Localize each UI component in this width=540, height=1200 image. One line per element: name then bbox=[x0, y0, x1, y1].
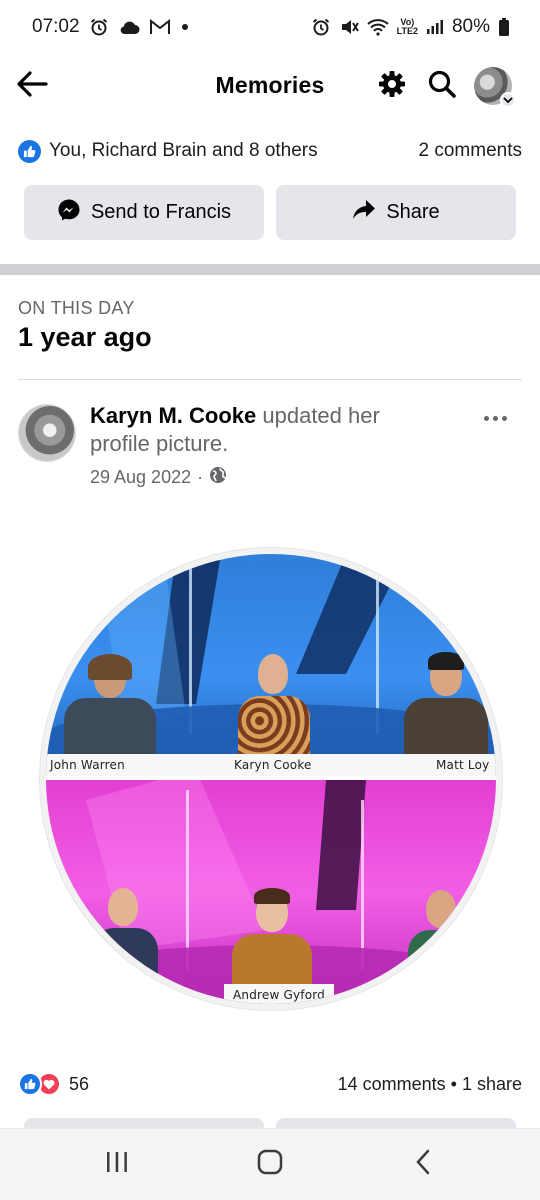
on-this-day-label: ON THIS DAY bbox=[18, 298, 135, 318]
alarm-icon bbox=[89, 17, 109, 37]
more-dot bbox=[492, 415, 498, 421]
nameplate-john-warren: John Warren bbox=[50, 758, 125, 772]
divider bbox=[18, 379, 522, 380]
profile-avatar[interactable] bbox=[474, 67, 516, 108]
status-right: Vo) LTE2 80% bbox=[311, 16, 510, 38]
reaction-count: 56 bbox=[69, 1073, 90, 1094]
chevron-left-icon bbox=[414, 1149, 432, 1180]
status-bar: 07:02 Vo) LTE2 80% bbox=[0, 0, 540, 54]
messenger-icon bbox=[57, 198, 81, 228]
share-label: Share bbox=[386, 201, 440, 223]
profile-picture[interactable]: John Warren Karyn Cooke Matt Loy Andrew … bbox=[40, 548, 502, 1010]
like-icon bbox=[18, 1072, 42, 1096]
post-action-buttons-partial bbox=[24, 1118, 516, 1128]
back-button[interactable] bbox=[12, 66, 52, 106]
post-headline: Karyn M. Cooke updated her profile pictu… bbox=[90, 402, 430, 458]
author-avatar[interactable] bbox=[18, 404, 76, 462]
home-button[interactable] bbox=[240, 1135, 300, 1195]
more-options-button[interactable] bbox=[478, 406, 512, 430]
more-dot bbox=[483, 415, 489, 421]
nameplate-andrew-gyford: Andrew Gyford bbox=[224, 984, 334, 1004]
post-stats: 56 14 comments • 1 share bbox=[18, 1068, 522, 1100]
reaction-summary[interactable]: You, Richard Brain and 8 others bbox=[18, 139, 318, 163]
meta-separator: · bbox=[197, 467, 204, 487]
reactions-row: You, Richard Brain and 8 others 2 commen… bbox=[18, 136, 522, 166]
person-matt bbox=[400, 652, 492, 758]
gear-icon bbox=[377, 69, 407, 104]
section-divider bbox=[0, 264, 540, 275]
back-arrow-icon bbox=[16, 70, 48, 103]
post-date[interactable]: 29 Aug 2022 bbox=[90, 467, 191, 488]
action-buttons: Send to Francis Share bbox=[24, 185, 516, 240]
post-author[interactable]: Karyn M. Cooke bbox=[90, 403, 256, 428]
person-left-bottom bbox=[90, 884, 160, 984]
home-icon bbox=[257, 1149, 283, 1180]
post-action-button-left[interactable] bbox=[24, 1118, 264, 1128]
status-left: 07:02 bbox=[32, 16, 190, 38]
back-nav-button[interactable] bbox=[393, 1135, 453, 1195]
share-arrow-icon bbox=[352, 199, 376, 227]
person-karyn bbox=[234, 650, 314, 758]
comments-count[interactable]: 2 comments bbox=[419, 140, 522, 162]
person-right-bottom bbox=[406, 886, 476, 986]
recents-icon bbox=[104, 1150, 130, 1179]
send-to-francis-label: Send to Francis bbox=[90, 201, 232, 223]
nameplate-karyn-cooke: Karyn Cooke bbox=[234, 758, 312, 772]
person-john bbox=[60, 654, 160, 758]
top-actions bbox=[374, 66, 516, 108]
post-header: Karyn M. Cooke updated her profile pictu… bbox=[18, 402, 522, 492]
more-dot bbox=[501, 415, 507, 421]
signal-icon bbox=[426, 19, 444, 35]
status-time: 07:02 bbox=[32, 16, 80, 37]
gmail-icon bbox=[149, 19, 171, 35]
post-meta: 29 Aug 2022 · bbox=[90, 466, 227, 489]
comments-shares[interactable]: 14 comments • 1 share bbox=[338, 1074, 522, 1095]
settings-button[interactable] bbox=[374, 66, 410, 106]
reaction-summary-text: You, Richard Brain and 8 others bbox=[49, 140, 318, 161]
battery-percent: 80% bbox=[451, 16, 490, 37]
like-icon bbox=[18, 139, 41, 163]
mute-icon bbox=[339, 17, 359, 37]
send-to-francis-button[interactable]: Send to Francis bbox=[24, 185, 264, 240]
dot-icon bbox=[180, 22, 190, 32]
top-app-bar: Memories bbox=[0, 54, 540, 118]
alarm-icon bbox=[311, 17, 331, 37]
person-andrew bbox=[230, 888, 314, 986]
recent-apps-button[interactable] bbox=[87, 1135, 147, 1195]
search-icon bbox=[427, 69, 457, 104]
system-nav-bar bbox=[0, 1128, 540, 1200]
on-this-day-title: 1 year ago bbox=[18, 322, 152, 352]
post-action-button-right[interactable] bbox=[276, 1118, 516, 1128]
wifi-icon bbox=[366, 18, 389, 36]
photo-panel-top: John Warren Karyn Cooke Matt Loy bbox=[46, 554, 496, 776]
chevron-down-icon bbox=[500, 92, 516, 108]
post-reactions[interactable]: 56 bbox=[18, 1072, 89, 1096]
cloud-icon bbox=[118, 19, 140, 35]
share-button[interactable]: Share bbox=[276, 185, 516, 240]
search-button[interactable] bbox=[424, 66, 460, 106]
network-label-bottom: LTE2 bbox=[396, 26, 418, 36]
battery-icon bbox=[498, 17, 510, 37]
profile-picture-image: John Warren Karyn Cooke Matt Loy Andrew … bbox=[46, 554, 496, 1004]
network-label: Vo) LTE2 bbox=[397, 18, 418, 36]
globe-icon bbox=[209, 466, 227, 489]
photo-panel-bottom: Andrew Gyford bbox=[46, 780, 496, 1004]
nameplate-matt-loy: Matt Loy bbox=[436, 758, 490, 772]
